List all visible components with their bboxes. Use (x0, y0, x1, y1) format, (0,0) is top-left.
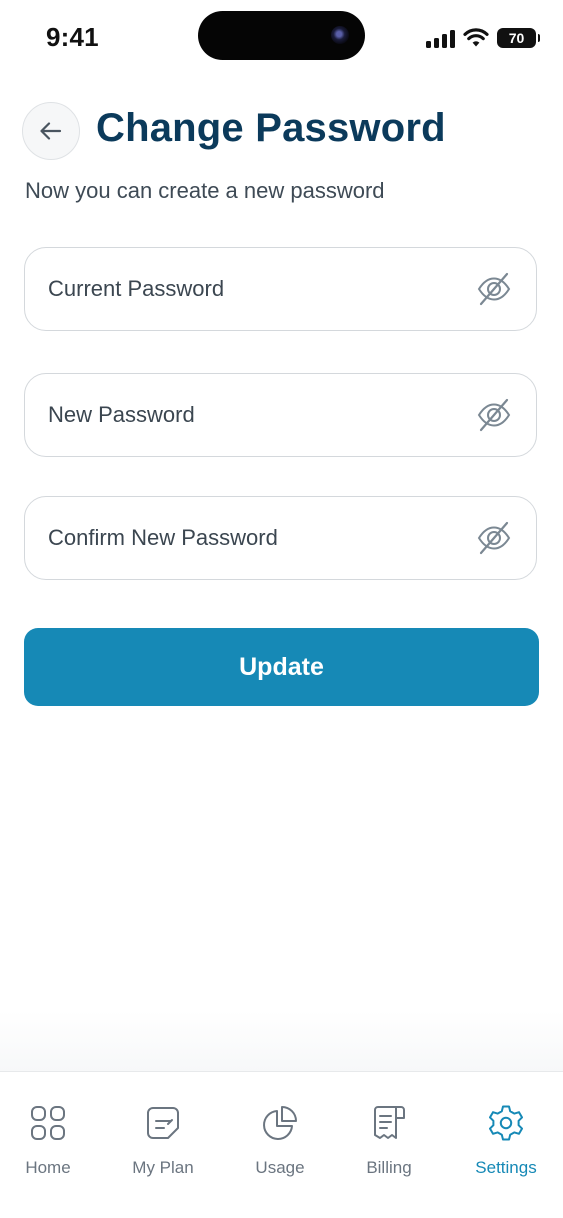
tab-my-plan-label: My Plan (132, 1158, 194, 1177)
new-password-field (24, 373, 537, 457)
change-password-screen: 9:41 70 Change Password Now you can crea… (0, 0, 563, 1218)
tab-bar-shadow (0, 1010, 563, 1072)
tab-home-label: Home (25, 1158, 71, 1177)
confirm-password-input[interactable] (48, 497, 468, 579)
gear-icon (489, 1105, 523, 1141)
battery-indicator: 70 (497, 28, 540, 48)
dynamic-island (198, 11, 365, 60)
back-button[interactable] (22, 102, 80, 160)
page-title: Change Password (96, 106, 446, 150)
tab-billing[interactable]: Billing (339, 1104, 439, 1184)
grid-icon (31, 1106, 65, 1140)
status-icons: 70 (426, 27, 540, 49)
confirm-password-field (24, 496, 537, 580)
pie-chart-icon (263, 1106, 297, 1140)
update-button[interactable]: Update (24, 628, 539, 706)
tab-my-plan[interactable]: My Plan (113, 1104, 213, 1184)
current-password-input[interactable] (48, 248, 468, 330)
tab-usage[interactable]: Usage (230, 1104, 330, 1184)
tab-usage-label: Usage (255, 1158, 305, 1177)
status-time: 9:41 (46, 22, 99, 52)
tab-bar: Home My Plan Usage Billing Settings (0, 1071, 563, 1218)
eye-off-icon[interactable] (476, 397, 512, 433)
tab-settings-label: Settings (475, 1158, 537, 1177)
eye-off-icon[interactable] (476, 271, 512, 307)
arrow-left-icon (40, 122, 62, 140)
tab-home[interactable]: Home (0, 1104, 98, 1184)
eye-off-icon[interactable] (476, 520, 512, 556)
receipt-icon (374, 1106, 405, 1139)
tab-settings[interactable]: Settings (456, 1104, 556, 1184)
tab-billing-label: Billing (366, 1158, 412, 1177)
page-subtitle: Now you can create a new password (25, 178, 385, 203)
camera-lens (331, 26, 349, 44)
new-password-input[interactable] (48, 374, 468, 456)
cellular-signal-icon (426, 29, 455, 48)
wifi-icon (463, 28, 489, 47)
document-icon (147, 1107, 179, 1139)
current-password-field (24, 247, 537, 331)
